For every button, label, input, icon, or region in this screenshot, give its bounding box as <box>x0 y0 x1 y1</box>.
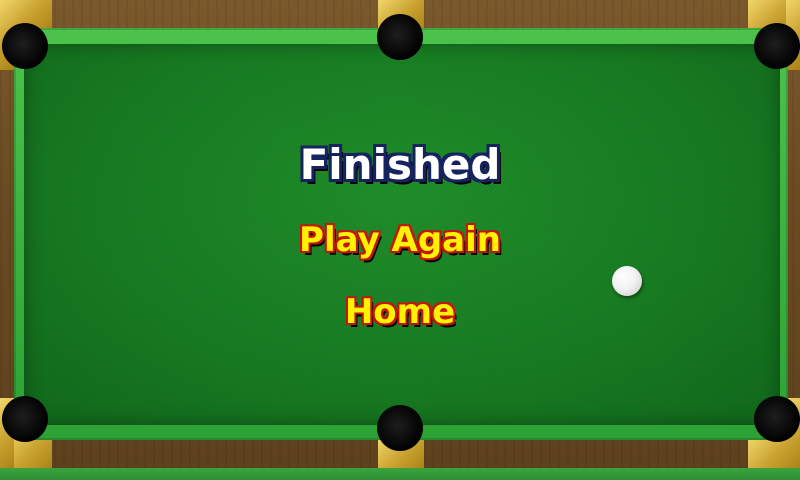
home-button[interactable]: Home <box>0 292 800 332</box>
pocket-top-left <box>2 23 48 69</box>
pocket-top-center <box>377 14 423 60</box>
cue-ball <box>612 266 642 296</box>
pocket-top-right <box>754 23 800 69</box>
pocket-bottom-center <box>377 405 423 451</box>
game-over-title: Finished <box>299 140 501 189</box>
play-again-label: Play Again <box>299 220 501 260</box>
bottom-green-strip <box>0 468 800 480</box>
pocket-bottom-right <box>754 396 800 442</box>
play-again-button[interactable]: Play Again <box>0 220 800 260</box>
pool-table-screen: Finished Play Again Home <box>0 0 800 480</box>
pocket-bottom-left <box>2 396 48 442</box>
home-label: Home <box>344 292 456 332</box>
